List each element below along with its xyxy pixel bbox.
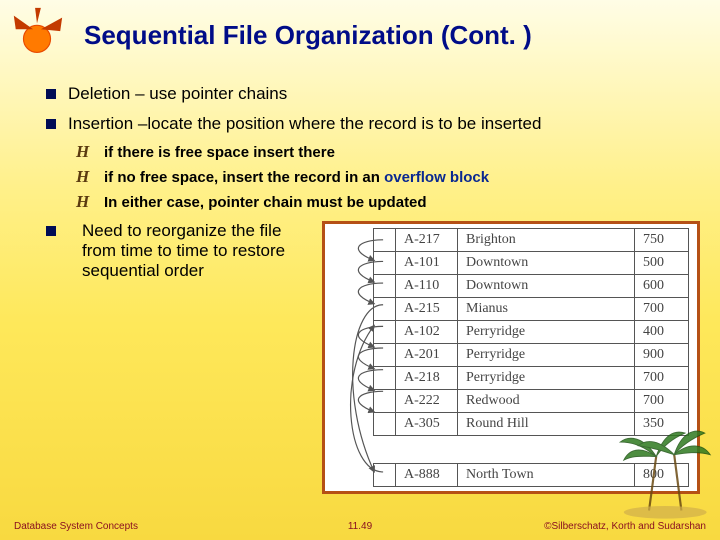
sub-bullets: H if there is free space insert there H … (46, 144, 700, 211)
slide: Sequential File Organization (Cont. ) De… (0, 0, 720, 540)
bullet-reorganize: Need to reorganize the file from time to… (46, 221, 700, 494)
script-h-icon: H (76, 194, 94, 209)
record-table: A-217Brighton750A-101Downtown500A-110Dow… (373, 228, 689, 487)
sub-bullet-2: H if no free space, insert the record in… (76, 169, 700, 186)
term-overflow-block: overflow block (384, 169, 489, 186)
script-h-icon: H (76, 169, 94, 184)
page-title: Sequential File Organization (Cont. ) (84, 20, 532, 51)
table-row: A-110Downtown600 (374, 275, 689, 298)
sub-bullet-3: H In either case, pointer chain must be … (76, 194, 700, 211)
table-row: A-218Perryridge700 (374, 367, 689, 390)
table-row: A-888North Town800 (374, 464, 689, 487)
bullet-insertion: Insertion –locate the position where the… (46, 114, 700, 134)
table-row: A-102Perryridge400 (374, 321, 689, 344)
table-row: A-201Perryridge900 (374, 344, 689, 367)
text: Insertion –locate the position where the… (68, 114, 541, 134)
text: if there is free space insert there (104, 144, 335, 161)
text: In either case, pointer chain must be up… (104, 194, 427, 211)
text: Deletion – use pointer chains (68, 84, 287, 104)
bullet-deletion: Deletion – use pointer chains (46, 84, 700, 104)
script-h-icon: H (76, 144, 94, 159)
sub-bullet-1: H if there is free space insert there (76, 144, 700, 161)
square-bullet-icon (46, 119, 56, 129)
text: if no free space, insert the record in a… (104, 169, 489, 186)
slide-body: Deletion – use pointer chains Insertion … (26, 84, 700, 494)
record-diagram: A-217Brighton750A-101Downtown500A-110Dow… (322, 221, 700, 494)
square-bullet-icon (46, 226, 56, 236)
overflow-gap (374, 436, 689, 464)
footer-center: 11.49 (348, 521, 372, 532)
title-row: Sequential File Organization (Cont. ) (8, 6, 700, 64)
table-row: A-222Redwood700 (374, 390, 689, 413)
table-row: A-101Downtown500 (374, 252, 689, 275)
footer-left: Database System Concepts (14, 521, 138, 532)
sun-icon (8, 6, 66, 64)
table-row: A-305Round Hill350 (374, 413, 689, 436)
table-row: A-215Mianus700 (374, 298, 689, 321)
footer: Database System Concepts 11.49 ©Silbersc… (0, 521, 720, 532)
footer-right: ©Silberschatz, Korth and Sudarshan (544, 521, 706, 532)
text: Need to reorganize the file from time to… (82, 221, 308, 281)
square-bullet-icon (46, 89, 56, 99)
table-row: A-217Brighton750 (374, 229, 689, 252)
